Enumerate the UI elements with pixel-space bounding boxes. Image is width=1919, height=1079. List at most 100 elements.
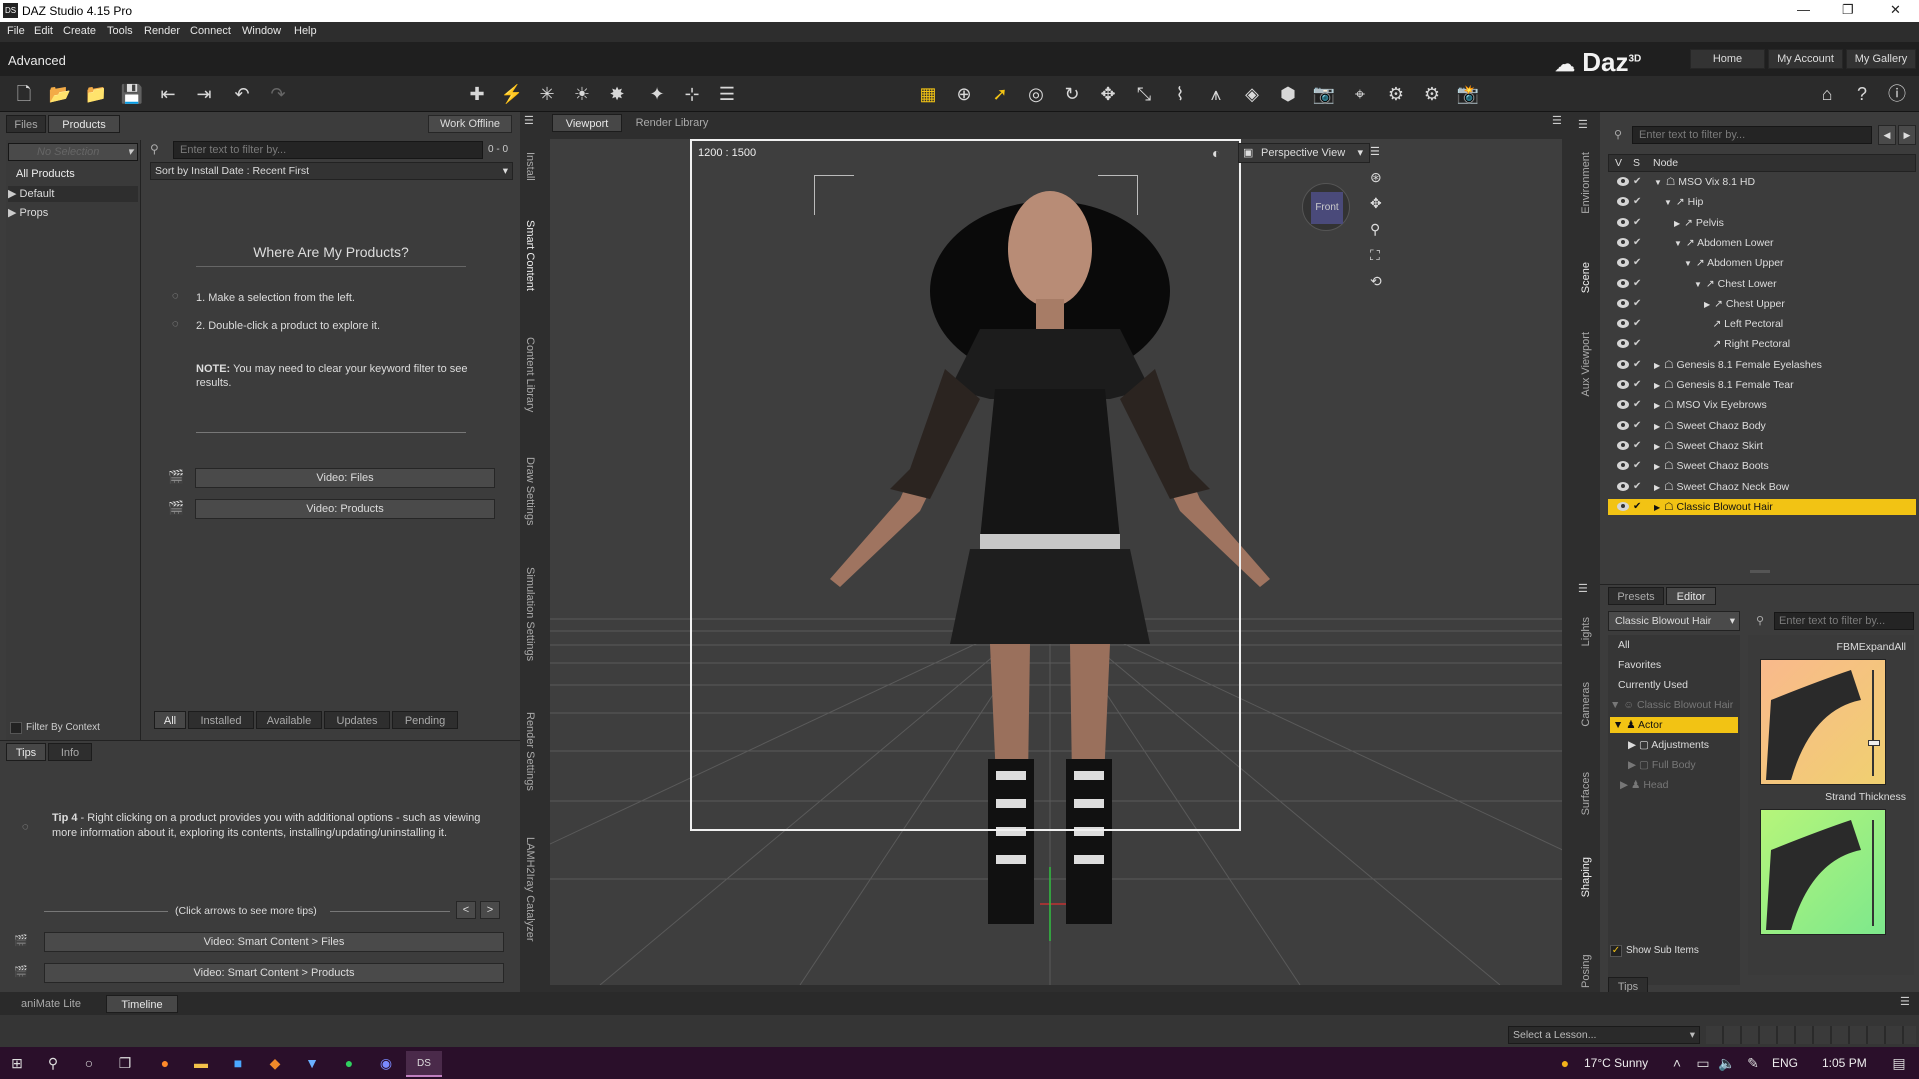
visibility-eye-icon[interactable]: [1617, 258, 1629, 268]
tab-animate-lite[interactable]: aniMate Lite: [6, 995, 96, 1013]
group-actor[interactable]: ▼ ♟ Actor: [1610, 717, 1738, 733]
video-products-button[interactable]: Video: Products: [195, 499, 495, 519]
tip-next-button[interactable]: >: [480, 901, 500, 919]
tree-item-all-products[interactable]: All Products: [16, 168, 75, 180]
pan-icon[interactable]: ✥: [1370, 195, 1382, 212]
discord-icon[interactable]: ◉: [377, 1054, 395, 1072]
visibility-eye-icon[interactable]: [1617, 319, 1629, 329]
daz-studio-task-icon[interactable]: DS: [406, 1051, 442, 1077]
scale-tool-icon[interactable]: ⤡: [1132, 82, 1156, 106]
menu-connect[interactable]: Connect: [190, 25, 231, 37]
my-account-button[interactable]: My Account: [1768, 49, 1843, 69]
tab-render-library[interactable]: Render Library: [624, 114, 720, 132]
slider-thumbnail-strand-thickness[interactable]: [1760, 809, 1886, 935]
new-file-icon[interactable]: 🗋: [12, 82, 36, 106]
scene-node-row[interactable]: ✔ ↗ Left Pectoral: [1608, 316, 1916, 332]
viewport-canvas[interactable]: 1200 : 1500 ◐ ▣ Perspective View ▾ Front…: [550, 139, 1562, 985]
scene-node-row[interactable]: ✔ ▶ ↗ Chest Upper: [1608, 296, 1916, 312]
scene-node-row[interactable]: ✔ ▶ ☖ Sweet Chaoz Skirt: [1608, 438, 1916, 454]
tip-prev-button[interactable]: <: [456, 901, 476, 919]
visibility-eye-icon[interactable]: [1617, 400, 1629, 410]
tab-timeline[interactable]: Timeline: [106, 995, 178, 1013]
pen-icon[interactable]: ✎: [1744, 1054, 1762, 1072]
group-adjustments[interactable]: ▶ ▢ Adjustments: [1628, 737, 1709, 753]
tab-simulation-settings[interactable]: Simulation Settings: [524, 567, 536, 661]
cortana-icon[interactable]: ○: [80, 1054, 98, 1072]
scene-next-button[interactable]: ▶: [1898, 125, 1916, 145]
reset-view-icon[interactable]: ⟲: [1370, 273, 1382, 290]
help-icon[interactable]: ⓘ: [1885, 82, 1909, 106]
frame-icon[interactable]: ⛶: [1370, 247, 1380, 264]
search-icon[interactable]: ⚲: [44, 1054, 62, 1072]
maximize-icon[interactable]: ❐: [1842, 2, 1854, 18]
expand-arrow-icon[interactable]: ▼: [1610, 699, 1620, 711]
selectable-check-icon[interactable]: ✔: [1633, 481, 1645, 493]
selectable-check-icon[interactable]: ✔: [1633, 298, 1645, 310]
node-dropdown[interactable]: Classic Blowout Hair ▾: [1608, 611, 1740, 631]
close-icon[interactable]: ✕: [1890, 2, 1901, 18]
selectable-check-icon[interactable]: ✔: [1633, 460, 1645, 472]
expand-arrow-icon[interactable]: ▶: [1628, 739, 1636, 751]
photoshop-icon[interactable]: ■: [229, 1054, 247, 1072]
tab-smart-content[interactable]: Smart Content: [524, 220, 536, 291]
menu-tools[interactable]: Tools: [107, 25, 133, 37]
selectable-check-icon[interactable]: ✔: [1633, 237, 1645, 249]
tab-aux-viewport[interactable]: Aux Viewport: [1580, 332, 1592, 397]
translate-tool-icon[interactable]: ✥: [1096, 82, 1120, 106]
selectable-check-icon[interactable]: ✔: [1633, 399, 1645, 411]
language-indicator[interactable]: ENG: [1772, 1056, 1798, 1070]
minimize-icon[interactable]: —: [1797, 2, 1810, 17]
expand-arrow-icon[interactable]: [1704, 320, 1708, 329]
viewport-controls-menu-icon[interactable]: ☰: [1370, 145, 1380, 158]
expand-arrow-icon[interactable]: ▼: [1613, 719, 1623, 731]
whats-this-icon[interactable]: ?: [1850, 82, 1874, 106]
tab-viewport[interactable]: Viewport: [552, 114, 622, 132]
expand-arrow-icon[interactable]: ▶: [1654, 381, 1660, 390]
active-pose-tool-icon[interactable]: ▦: [916, 82, 940, 106]
null-create-icon[interactable]: ⊹: [680, 82, 704, 106]
view-menu-icon[interactable]: ◐: [1212, 145, 1220, 161]
expand-arrow-icon[interactable]: ▼: [1694, 280, 1702, 289]
pane-menu-icon[interactable]: ☰: [524, 114, 534, 127]
firefox-icon[interactable]: ●: [156, 1054, 174, 1072]
selection-dropdown[interactable]: No Selection ▾: [8, 143, 138, 161]
visibility-eye-icon[interactable]: [1617, 420, 1629, 430]
undo-icon[interactable]: ↶: [230, 82, 254, 106]
selectable-check-icon[interactable]: ✔: [1633, 278, 1645, 290]
camera-view-icon[interactable]: 📷: [1312, 82, 1336, 106]
tab-install[interactable]: Install: [524, 152, 536, 181]
pane-menu-icon[interactable]: ☰: [1578, 582, 1588, 595]
lesson-dropdown[interactable]: Select a Lesson... ▾: [1508, 1026, 1700, 1044]
tab-posing[interactable]: Posing: [1580, 948, 1592, 988]
group-favorites[interactable]: Favorites: [1618, 657, 1661, 673]
visibility-eye-icon[interactable]: [1617, 278, 1629, 288]
expand-arrow-icon[interactable]: ▶: [1628, 759, 1636, 771]
windows-start-icon[interactable]: ⊞: [8, 1054, 26, 1072]
tab-render-settings[interactable]: Render Settings: [524, 712, 536, 791]
tab-surfaces[interactable]: Surfaces: [1580, 772, 1592, 815]
expand-arrow-icon[interactable]: ▶: [1654, 361, 1660, 370]
menu-help[interactable]: Help: [294, 25, 317, 37]
visibility-eye-icon[interactable]: [1617, 481, 1629, 491]
save-icon[interactable]: 💾: [120, 82, 144, 106]
volume-icon[interactable]: 🔈: [1718, 1054, 1736, 1072]
expand-arrow-icon[interactable]: ▶: [1654, 422, 1660, 431]
editor-filter-input[interactable]: Enter text to filter by...: [1774, 612, 1914, 630]
products-filter-input[interactable]: Enter text to filter by...: [173, 141, 483, 159]
selectable-check-icon[interactable]: ✔: [1633, 420, 1645, 432]
home-button[interactable]: Home: [1690, 49, 1765, 69]
export-icon[interactable]: ⇥: [192, 82, 216, 106]
align-icon[interactable]: ☰: [715, 82, 739, 106]
sort-dropdown[interactable]: Sort by Install Date : Recent First ▾: [150, 162, 513, 180]
joint-editor-icon[interactable]: ⌇: [1168, 82, 1192, 106]
view-dropdown[interactable]: ▣ Perspective View ▾: [1238, 143, 1370, 163]
file-explorer-icon[interactable]: ▬: [192, 1054, 210, 1072]
scene-node-row[interactable]: ✔ ▼ ↗ Hip: [1608, 194, 1916, 210]
scene-node-row[interactable]: ✔ ▶ ☖ Sweet Chaoz Boots: [1608, 458, 1916, 474]
tab-cameras[interactable]: Cameras: [1580, 682, 1592, 727]
rotate-tool-icon[interactable]: ↻: [1060, 82, 1084, 106]
tab-draw-settings[interactable]: Draw Settings: [524, 457, 536, 525]
menu-render[interactable]: Render: [144, 25, 180, 37]
surface-tool-icon[interactable]: ◈: [1240, 82, 1264, 106]
tab-products[interactable]: Products: [48, 115, 120, 133]
